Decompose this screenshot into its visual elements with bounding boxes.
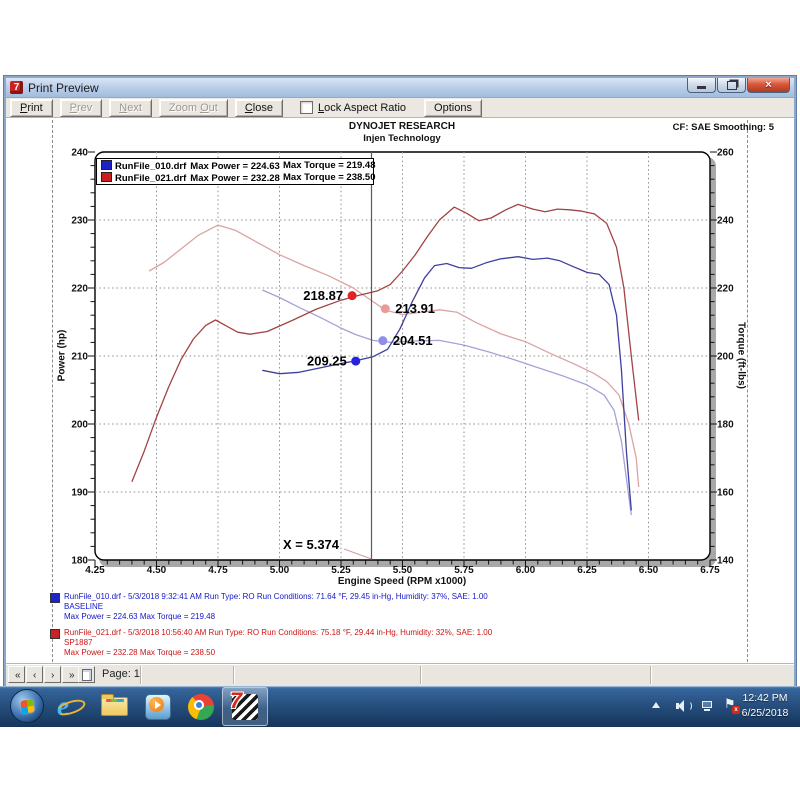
zoom-out-button[interactable]: Zoom Out	[159, 99, 228, 117]
restore-icon	[727, 81, 737, 90]
preview-page	[6, 118, 794, 664]
left-margin-guide	[52, 120, 53, 662]
internet-explorer-icon[interactable]: e	[57, 692, 87, 722]
next-button[interactable]: Next	[109, 99, 152, 117]
close-icon: ×	[765, 80, 771, 91]
restore-button[interactable]	[717, 78, 746, 93]
next-page-button[interactable]: ›	[44, 666, 61, 683]
options-button[interactable]: Options	[424, 99, 482, 117]
winpep-taskbar-button[interactable]: 7	[222, 687, 268, 726]
window-controls: ×	[686, 78, 790, 93]
lock-aspect-ratio-control: Lock Aspect Ratio	[300, 101, 406, 114]
statusbar-divider	[140, 666, 142, 684]
prev-page-button[interactable]: ‹	[26, 666, 43, 683]
taskbar: e 7 ⚑x 12:42 PM 6/25/2018	[0, 686, 800, 727]
first-page-button[interactable]: «	[8, 666, 25, 683]
prev-button[interactable]: Prev	[60, 99, 103, 117]
windows-explorer-icon[interactable]	[100, 692, 130, 722]
last-page-button[interactable]: »	[62, 666, 79, 683]
toolbar: Print Prev Next Zoom Out Close Lock Aspe…	[6, 98, 794, 118]
page-setup-button[interactable]	[78, 666, 95, 683]
start-button[interactable]	[10, 689, 44, 723]
windows-flag-icon	[20, 699, 35, 714]
winpep-seven-glyph: 7	[223, 688, 249, 714]
desktop-screen: 7 Print Preview × Print Prev Next Zoom O…	[0, 0, 800, 800]
titlebar[interactable]: 7 Print Preview ×	[6, 78, 794, 98]
volume-icon[interactable]	[676, 700, 690, 712]
network-icon[interactable]	[700, 701, 714, 712]
window-title: Print Preview	[28, 81, 99, 95]
print-preview-window: 7 Print Preview × Print Prev Next Zoom O…	[6, 78, 794, 686]
page-indicator: Page: 1	[102, 668, 140, 680]
statusbar-divider	[420, 666, 422, 684]
folder-files-icon	[106, 699, 124, 702]
close-preview-button[interactable]: Close	[235, 99, 283, 117]
tray-time: 12:42 PM	[734, 691, 796, 706]
statusbar: « ‹ › » Page: 1	[6, 663, 794, 686]
lock-aspect-ratio-label: Lock Aspect Ratio	[318, 102, 406, 114]
app-icon-glyph: 7	[14, 82, 20, 93]
tray-clock[interactable]: 12:42 PM 6/25/2018	[734, 691, 796, 721]
close-button[interactable]: ×	[747, 78, 790, 93]
tray-date: 6/25/2018	[734, 706, 796, 721]
minimize-icon	[697, 86, 706, 89]
media-player-icon[interactable]	[143, 692, 173, 722]
right-margin-guide	[747, 120, 748, 662]
app-icon: 7	[10, 81, 23, 94]
document-icon	[82, 669, 92, 681]
chrome-icon[interactable]	[186, 692, 216, 722]
statusbar-divider	[650, 666, 652, 684]
statusbar-divider	[233, 666, 235, 684]
print-button[interactable]: Print	[10, 99, 53, 117]
minimize-button[interactable]	[687, 78, 716, 93]
hidden-icons-arrow[interactable]	[652, 702, 660, 708]
play-icon	[155, 701, 161, 709]
lock-aspect-ratio-checkbox[interactable]	[300, 101, 313, 114]
